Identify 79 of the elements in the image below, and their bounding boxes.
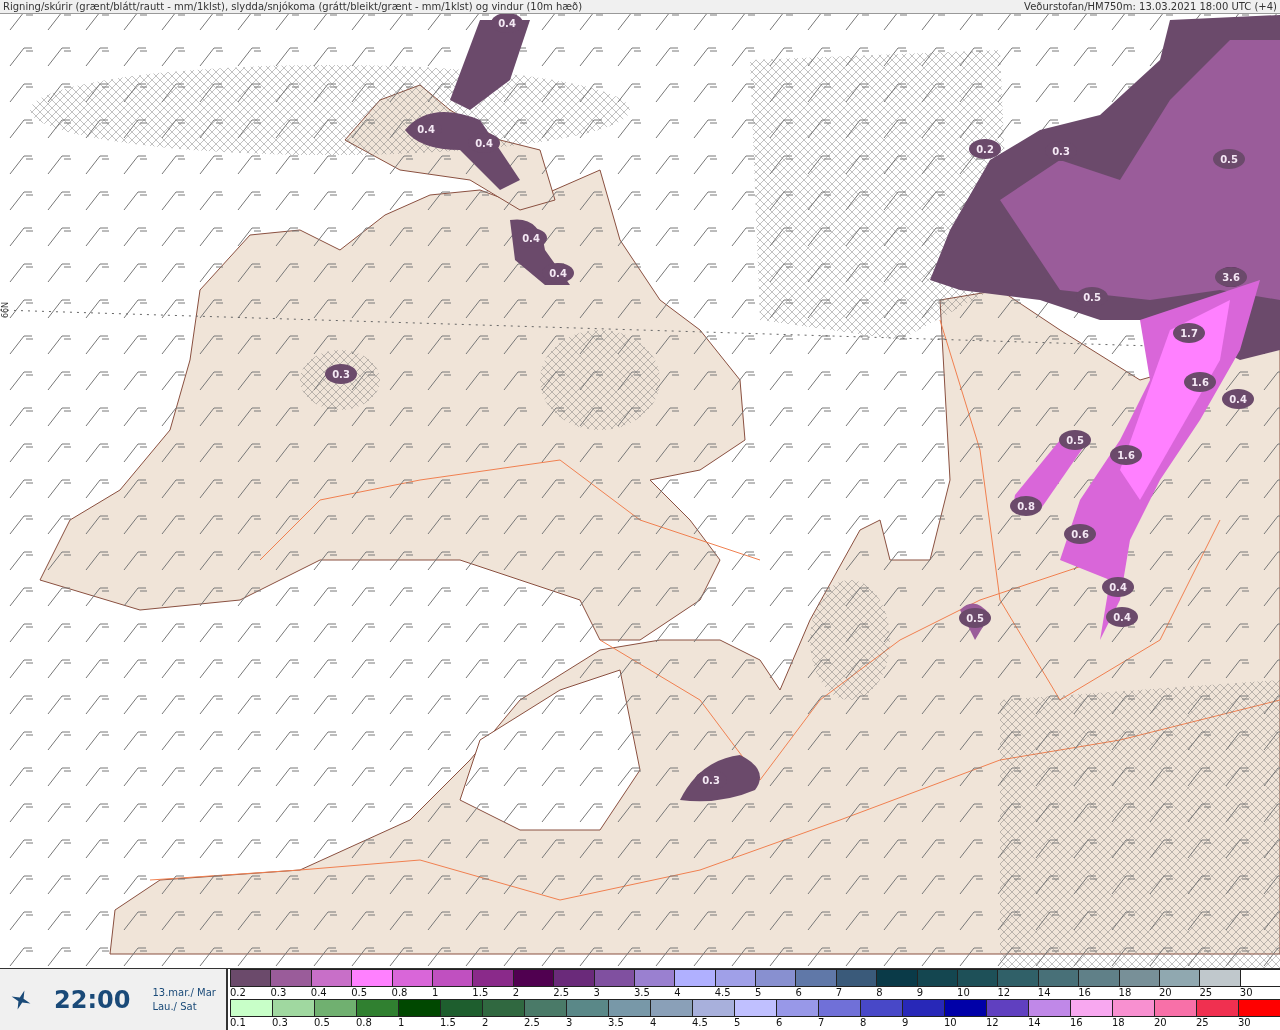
legend-value-label: 0.3 (270, 987, 288, 998)
legend-value-label: 20 (1154, 1017, 1168, 1028)
legend-value-label: 25 (1199, 987, 1214, 998)
legend-value-label: 12 (986, 1017, 1000, 1028)
precipitation-value-label: 0.4 (498, 18, 516, 29)
forecast-day: Lau./ Sat (152, 999, 216, 1014)
precipitation-value-label: 0.4 (549, 268, 567, 279)
legend-value-label: 5 (734, 1017, 742, 1028)
legend-value-label: 14 (1037, 987, 1052, 998)
precipitation-value-label: 0.5 (1220, 154, 1238, 165)
precipitation-value-label: 1.6 (1191, 377, 1209, 388)
legend-value-label: 0.2 (230, 987, 247, 998)
precipitation-value-label: 0.4 (417, 124, 435, 135)
precipitation-value-label: 0.5 (966, 613, 984, 624)
precipitation-value-label: 0.5 (1066, 435, 1084, 446)
legend-value-label: 4.5 (692, 1017, 709, 1028)
precipitation-value-label: 0.4 (522, 233, 540, 244)
legend-value-label: 20 (1159, 987, 1173, 998)
precipitation-value-label: 0.8 (1017, 501, 1035, 512)
forecast-date: 13.mar./ Mar (152, 985, 216, 1000)
legend-value-label: 12 (997, 987, 1012, 998)
legend-value-label: 0.4 (310, 987, 328, 998)
legend-value-label: 1.5 (440, 1017, 457, 1028)
legend-value-label: 30 (1238, 1017, 1252, 1028)
legend-value-label: 1 (431, 987, 440, 998)
precipitation-value-label: 0.4 (1109, 582, 1127, 593)
legend-value-label: 4.5 (714, 987, 732, 998)
legend-value-label: 6 (776, 1017, 784, 1028)
legend-value-label: 1.5 (472, 987, 490, 998)
precipitation-value-label: 1.7 (1180, 328, 1198, 339)
precipitation-value-label: 0.4 (1229, 394, 1247, 405)
precipitation-value-label: 0.3 (702, 775, 720, 786)
legend-value-label: 9 (916, 987, 924, 998)
forecast-time: 22:00 (53, 985, 132, 1014)
precipitation-value-label: 0.3 (332, 369, 350, 380)
legend-value-label: 2 (512, 987, 521, 998)
legend-value-label: 2 (482, 1017, 490, 1028)
latitude-label: 66N (1, 301, 10, 319)
legend-value-label: 16 (1070, 1017, 1084, 1028)
legend-value-label: 0.8 (391, 987, 409, 998)
legend-value-label: 0.1 (230, 1017, 247, 1028)
legend-value-label: 8 (876, 987, 884, 998)
legend-value-label: 3.5 (633, 987, 651, 998)
precipitation-value-label: 0.5 (1083, 292, 1101, 303)
precipitation-value-label: 0.4 (1113, 612, 1131, 623)
legend-value-label: 9 (902, 1017, 910, 1028)
legend-value-label: 18 (1112, 1017, 1126, 1028)
precipitation-value-label: 0.3 (1052, 146, 1070, 157)
legend-value-label: 8 (860, 1017, 868, 1028)
legend-value-label: 4 (650, 1017, 658, 1028)
legend-value-label: 30 (1239, 987, 1254, 998)
legend-value-label: 3 (566, 1017, 574, 1028)
legend-value-label: 16 (1078, 987, 1092, 998)
legend-value-label: 25 (1196, 1017, 1210, 1028)
legend-value-label: 2.5 (524, 1017, 541, 1028)
legend-value-label: 18 (1118, 987, 1133, 998)
legend-value-label: 7 (835, 987, 844, 998)
legend-value-label: 0.5 (314, 1017, 331, 1028)
map-title: Rigning/skúrir (grænt/blátt/rautt - mm/1klst), slydda/snjókoma (grátt/bleikt/grænt - mm/1klst) og vindur (10m hæð) (3, 1, 583, 12)
legend-value-label: 4 (674, 987, 682, 998)
legend-value-label: 0.5 (351, 987, 369, 998)
legend-value-label: 2.5 (553, 987, 571, 998)
legend-value-label: 7 (818, 1017, 826, 1028)
legend-value-label: 3 (593, 987, 601, 998)
legend-value-label: 0.8 (356, 1017, 373, 1028)
precipitation-value-label: 0.4 (475, 138, 493, 149)
legend-value-label: 14 (1028, 1017, 1042, 1028)
legend-value-label: 10 (957, 987, 971, 998)
precipitation-value-label: 0.2 (976, 144, 994, 155)
legend-value-label: 10 (944, 1017, 958, 1028)
legend-value-label: 3.5 (608, 1017, 625, 1028)
legend-value-label: 5 (755, 987, 763, 998)
precipitation-value-label: 3.6 (1222, 272, 1240, 283)
legend-value-label: 1 (398, 1017, 406, 1028)
legend-value-label: 0.3 (272, 1017, 289, 1028)
precipitation-value-label: 1.6 (1117, 450, 1135, 461)
precipitation-value-label: 0.6 (1071, 529, 1089, 540)
legend-value-label: 6 (795, 987, 803, 998)
model-run-info: Veðurstofan/HM750m: 13.03.2021 18:00 UTC (+4) (1024, 1, 1277, 12)
